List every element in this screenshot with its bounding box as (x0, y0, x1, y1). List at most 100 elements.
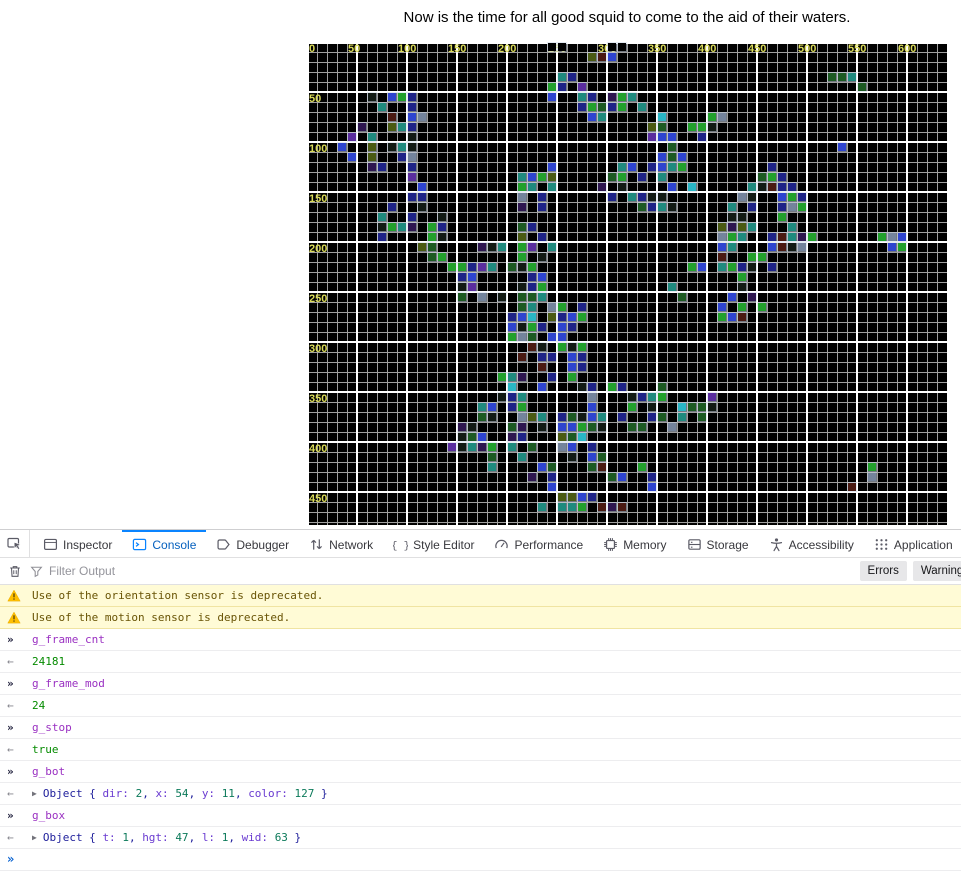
trash-icon (8, 564, 22, 579)
grid-cell (548, 43, 556, 51)
tab-accessibility[interactable]: Accessibility (759, 530, 864, 557)
grid-cell (478, 293, 486, 301)
warnings-filter-button[interactable]: Warnings (913, 561, 961, 581)
grid-line (307, 102, 947, 103)
expand-object-icon[interactable]: ▶ (32, 783, 37, 804)
grid-cell (338, 143, 346, 151)
tab-storage[interactable]: Storage (677, 530, 759, 557)
grid-cell (418, 203, 426, 211)
grid-cell (738, 283, 746, 291)
console-row-command[interactable]: »g_stop (0, 717, 961, 739)
grid-cell (488, 263, 496, 271)
grid-line (856, 42, 858, 525)
game-canvas[interactable]: 0501001502002503003504004505005506005010… (307, 42, 947, 525)
grid-cell (518, 303, 526, 311)
grid-cell (508, 263, 516, 271)
console-row-command[interactable]: »g_frame_mod (0, 673, 961, 695)
expand-object-icon[interactable]: ▶ (32, 827, 37, 848)
grid-cell (528, 183, 536, 191)
grid-cell (778, 203, 786, 211)
console-row-command[interactable]: »g_frame_cnt (0, 629, 961, 651)
grid-cell (778, 193, 786, 201)
grid-cell (538, 193, 546, 201)
command-text: g_bot (32, 761, 65, 782)
grid-cell (618, 473, 626, 481)
errors-filter-button[interactable]: Errors (860, 561, 907, 581)
tab-memory[interactable]: Memory (593, 530, 676, 557)
grid-cell (478, 403, 486, 411)
console-input-row[interactable]: » (0, 849, 961, 871)
devtools-panel: Inspector ConsoleDebuggerNetwork{ }Style … (0, 529, 961, 870)
tab-style-editor[interactable]: { }Style Editor (383, 530, 484, 557)
grid-cell (458, 263, 466, 271)
grid-cell (388, 113, 396, 121)
grid-cell (848, 73, 856, 81)
axis-label-y: 400 (309, 444, 327, 454)
grid-cell (608, 383, 616, 391)
tab-debugger[interactable]: Debugger (206, 530, 299, 557)
grid-cell (648, 133, 656, 141)
grid-cell (538, 353, 546, 361)
grid-cell (528, 333, 536, 341)
node-picker-button[interactable] (0, 530, 30, 557)
grid-cell (508, 403, 516, 411)
console-row-result: ←24181 (0, 651, 961, 673)
grid-cell (628, 403, 636, 411)
grid-cell (528, 443, 536, 451)
tab-network[interactable]: Network (299, 530, 383, 557)
grid-line (307, 402, 947, 403)
grid-cell (568, 493, 576, 501)
grid-cell (518, 243, 526, 251)
grid-cell (418, 243, 426, 251)
grid-cell (548, 173, 556, 181)
grid-cell (568, 503, 576, 511)
tab-inspector[interactable]: Inspector (33, 530, 122, 557)
grid-cell (598, 423, 606, 431)
grid-line (307, 252, 947, 253)
grid-line (307, 391, 947, 393)
grid-cell (458, 443, 466, 451)
grid-cell (528, 473, 536, 481)
grid-cell (648, 473, 656, 481)
grid-line (307, 62, 947, 63)
grid-cell (638, 173, 646, 181)
tab-application[interactable]: Application (864, 530, 961, 557)
console-row-command[interactable]: »g_box (0, 805, 961, 827)
grid-cell (748, 263, 756, 271)
grid-cell (608, 473, 616, 481)
tab-performance[interactable]: Performance (484, 530, 593, 557)
grid-cell (568, 353, 576, 361)
grid-cell (578, 93, 586, 101)
grid-cell (658, 153, 666, 161)
grid-cell (658, 203, 666, 211)
grid-cell (388, 123, 396, 131)
console-toolbar: Errors Warnings (0, 557, 961, 585)
grid-cell (578, 83, 586, 91)
console-row-object-result: ←▶Object { dir: 2, x: 54, y: 11, color: … (0, 783, 961, 805)
tab-label: Inspector (63, 538, 112, 552)
grid-cell (748, 253, 756, 261)
grid-cell (718, 263, 726, 271)
grid-cell (648, 403, 656, 411)
grid-line (307, 212, 947, 213)
console-row-command[interactable]: »g_bot (0, 761, 961, 783)
filter-output-input[interactable] (49, 564, 860, 578)
grid-cell (558, 443, 566, 451)
grid-cell (408, 103, 416, 111)
grid-cell (748, 193, 756, 201)
command-caret-icon: » (7, 673, 32, 694)
grid-cell (558, 303, 566, 311)
grid-cell (348, 153, 356, 161)
clear-console-button[interactable] (0, 564, 30, 579)
node-picker-icon (7, 536, 23, 552)
grid-cell (768, 263, 776, 271)
result-value: 24181 (32, 651, 65, 672)
grid-cell (548, 463, 556, 471)
tab-console[interactable]: Console (122, 530, 206, 557)
grid-cell (548, 373, 556, 381)
grid-line (307, 341, 947, 343)
grid-cell (518, 263, 526, 271)
grid-cell (408, 93, 416, 101)
grid-cell (598, 113, 606, 121)
grid-cell (898, 243, 906, 251)
